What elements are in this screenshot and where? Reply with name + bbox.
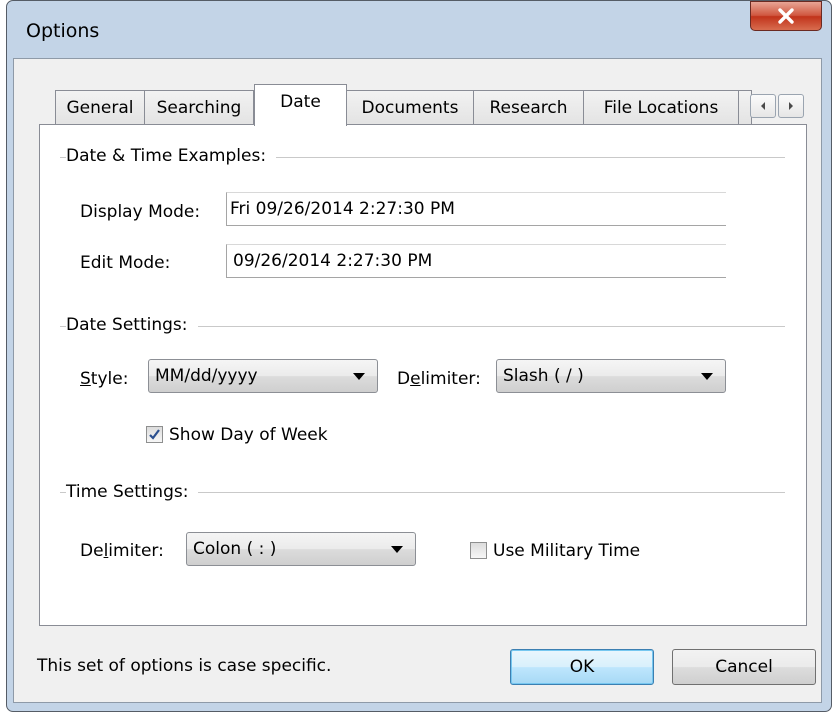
show-day-of-week-checkbox[interactable] xyxy=(146,426,163,443)
close-button[interactable] xyxy=(750,1,822,31)
tab-file-locations[interactable]: File Locations xyxy=(583,90,739,125)
time-delimiter-label-text: imiter: xyxy=(108,541,164,561)
use-military-time-label[interactable]: Use Military Time xyxy=(493,541,640,561)
close-icon xyxy=(778,8,794,24)
time-delimiter-label-pre: De xyxy=(80,541,104,561)
tab-documents[interactable]: Documents xyxy=(346,90,474,125)
show-day-of-week-label[interactable]: Show Day of Week xyxy=(169,425,328,445)
tab-scroll-right-button[interactable] xyxy=(778,94,804,118)
chevron-down-icon xyxy=(353,373,365,380)
date-delimiter-label-pre: D xyxy=(397,369,411,389)
tab-general[interactable]: General xyxy=(55,90,145,125)
use-military-time-checkbox[interactable] xyxy=(470,542,487,559)
time-delimiter-select[interactable]: Colon ( : ) xyxy=(186,532,416,566)
examples-group-label: Date & Time Examples: xyxy=(66,146,277,166)
tab-searching[interactable]: Searching xyxy=(144,90,254,125)
style-label: Style: xyxy=(80,369,128,389)
tab-scroll-left-button[interactable] xyxy=(750,94,776,118)
tab-research[interactable]: Research xyxy=(473,90,584,125)
style-label-text: tyle: xyxy=(90,369,129,389)
style-label-accelerator: S xyxy=(80,369,91,389)
time-settings-group-label: Time Settings: xyxy=(66,482,199,502)
date-settings-group-label: Date Settings: xyxy=(66,315,198,335)
time-delimiter-label: Delimiter: xyxy=(80,541,164,561)
chevron-down-icon xyxy=(701,373,713,380)
edit-mode-label: Edit Mode: xyxy=(80,253,171,273)
dialog-title: Options xyxy=(26,20,100,42)
case-specific-note: This set of options is case specific. xyxy=(37,656,332,676)
date-style-select[interactable]: MM/dd/yyyy xyxy=(148,359,378,393)
arrow-right-icon xyxy=(789,102,793,110)
chevron-down-icon xyxy=(391,546,403,553)
date-delimiter-select[interactable]: Slash ( / ) xyxy=(496,359,726,393)
tab-scroll-buttons xyxy=(750,94,806,118)
ok-button[interactable]: OK xyxy=(510,649,654,685)
date-delimiter-select-value: Slash ( / ) xyxy=(503,366,584,386)
date-delimiter-label: Delimiter: xyxy=(397,369,481,389)
date-delimiter-label-accelerator: e xyxy=(410,369,421,389)
display-mode-label: Display Mode: xyxy=(80,202,201,222)
tab-date[interactable]: Date xyxy=(254,84,347,126)
time-delimiter-select-value: Colon ( : ) xyxy=(193,539,277,559)
display-mode-value: Fri 09/26/2014 2:27:30 PM xyxy=(226,192,726,226)
date-style-select-value: MM/dd/yyyy xyxy=(155,366,258,386)
checkmark-icon xyxy=(149,429,160,440)
date-delimiter-label-text: limiter: xyxy=(420,369,481,389)
arrow-left-icon xyxy=(761,102,765,110)
cancel-button[interactable]: Cancel xyxy=(672,649,816,685)
edit-mode-value: 09/26/2014 2:27:30 PM xyxy=(226,244,726,278)
